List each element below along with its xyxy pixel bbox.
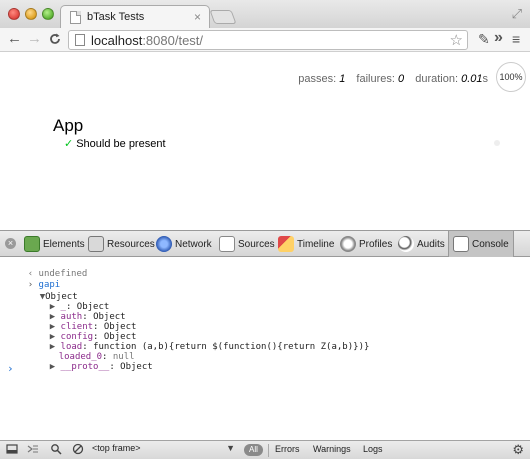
window-minimize-button[interactable] <box>25 8 37 20</box>
tab-close-icon[interactable]: × <box>194 10 201 24</box>
resources-icon <box>88 236 104 252</box>
failures-count[interactable]: 0 <box>398 73 404 85</box>
property-sep: : <box>109 362 121 372</box>
url-text: localhost:8080/test/ <box>91 33 203 48</box>
tab-label: Elements <box>43 238 85 250</box>
page-favicon-icon <box>70 11 81 24</box>
elements-icon <box>24 236 40 252</box>
page-viewport: passes: 1 failures: 0 duration: 0.01s 10… <box>0 53 530 230</box>
title-bar: bTask Tests × ⤢ <box>0 0 530 29</box>
clear-console-icon[interactable] <box>72 443 84 458</box>
show-drawer-icon[interactable] <box>27 443 39 458</box>
dock-glyph <box>6 444 18 454</box>
audits-icon <box>398 236 414 252</box>
window-maximize-button[interactable] <box>42 8 54 20</box>
tab-elements[interactable]: Elements <box>24 231 85 257</box>
bookmark-star-icon[interactable]: ☆ <box>450 31 463 49</box>
console-prompt[interactable]: › <box>7 363 14 374</box>
timeline-icon <box>278 236 294 252</box>
divider <box>268 444 269 457</box>
page-icon <box>75 34 85 46</box>
tab-network[interactable]: Network <box>156 231 212 257</box>
duration-value: 0.01 <box>461 73 483 85</box>
reload-icon[interactable] <box>48 30 62 51</box>
search-glyph <box>51 444 62 455</box>
test-item[interactable]: ✓ Should be present <box>64 137 166 150</box>
profiles-icon <box>340 236 356 252</box>
passes-count[interactable]: 1 <box>339 73 345 85</box>
suite-title[interactable]: App <box>53 116 83 136</box>
address-bar[interactable]: localhost:8080/test/ ☆ <box>68 30 468 50</box>
network-icon <box>156 236 172 252</box>
tab-resources[interactable]: Resources <box>88 231 155 257</box>
menu-icon[interactable]: ≡ <box>512 31 520 47</box>
clear-glyph <box>72 443 84 455</box>
tab-label: Profiles <box>359 238 393 250</box>
drawer-glyph <box>27 445 38 453</box>
search-icon[interactable] <box>50 443 62 458</box>
browser-toolbar: ← → localhost:8080/test/ ☆ ✎ » ≡ <box>0 28 530 52</box>
console-panel[interactable]: ‹ undefined › gapi ▼Object ▶ _: Object ▶… <box>0 258 530 440</box>
devtools-tabbar: × Elements Resources Network Sources Tim… <box>0 230 530 257</box>
filter-logs-button[interactable]: Logs <box>363 444 383 454</box>
gear-icon[interactable]: ⚙ <box>512 442 524 458</box>
browser-tab[interactable]: bTask Tests × <box>60 5 210 29</box>
passes-label: passes: <box>298 73 337 85</box>
dock-icon[interactable] <box>6 443 18 458</box>
tab-profiles[interactable]: Profiles <box>340 231 392 257</box>
extensions-chevron-icon[interactable]: » <box>494 29 503 47</box>
fullscreen-icon[interactable]: ⤢ <box>512 6 522 22</box>
filter-all-button[interactable]: All <box>244 444 263 456</box>
tab-label: Network <box>175 238 212 250</box>
failures-label: failures: <box>356 73 395 85</box>
window-close-button[interactable] <box>8 8 20 20</box>
forward-arrow-icon[interactable]: → <box>27 30 42 48</box>
duration-unit: s <box>482 73 489 85</box>
devtools-statusbar: <top frame> ▼ All Errors Warnings Logs ⚙ <box>0 440 530 459</box>
tab-title: bTask Tests <box>87 11 145 23</box>
mocha-stats: passes: 1 failures: 0 duration: 0.01s <box>298 73 488 85</box>
devtools-close-icon[interactable]: × <box>5 238 16 249</box>
progress-ring: 100% <box>496 62 526 92</box>
duration-label: duration: <box>415 73 459 85</box>
test-replay-icon[interactable] <box>494 140 500 146</box>
filter-warnings-button[interactable]: Warnings <box>313 444 351 454</box>
property-key: __proto__ <box>60 362 110 372</box>
tab-console[interactable]: Console <box>448 231 514 257</box>
console-icon <box>453 236 469 252</box>
test-title: Should be present <box>76 138 166 150</box>
back-arrow-icon[interactable]: ← <box>7 30 22 48</box>
reload-glyph <box>50 33 60 44</box>
tab-sources[interactable]: Sources <box>219 231 275 257</box>
object-property[interactable]: ▶ __proto__: Object <box>28 352 153 382</box>
tab-label: Sources <box>238 238 275 250</box>
wrench-icon[interactable]: ✎ <box>478 31 490 48</box>
sources-icon <box>219 236 235 252</box>
filter-errors-button[interactable]: Errors <box>275 444 300 454</box>
tab-timeline[interactable]: Timeline <box>278 231 334 257</box>
collapse-triangle-icon[interactable]: ▶ <box>50 362 55 372</box>
new-tab-button[interactable] <box>209 10 237 24</box>
progress-text: 100% <box>499 72 523 82</box>
tab-audits[interactable]: Audits <box>398 231 445 257</box>
check-icon: ✓ <box>64 138 74 150</box>
frame-selector[interactable]: <top frame> ▼ <box>92 443 237 457</box>
tab-label: Timeline <box>297 238 335 250</box>
url-host: localhost <box>91 33 143 48</box>
frame-selector-value: <top frame> <box>92 443 141 453</box>
property-value: Object <box>120 362 153 372</box>
url-path: :8080/test/ <box>142 33 204 48</box>
tab-label: Audits <box>417 238 445 250</box>
chevron-down-icon: ▼ <box>226 443 235 453</box>
tab-label: Console <box>472 238 509 250</box>
tab-label: Resources <box>107 238 155 250</box>
